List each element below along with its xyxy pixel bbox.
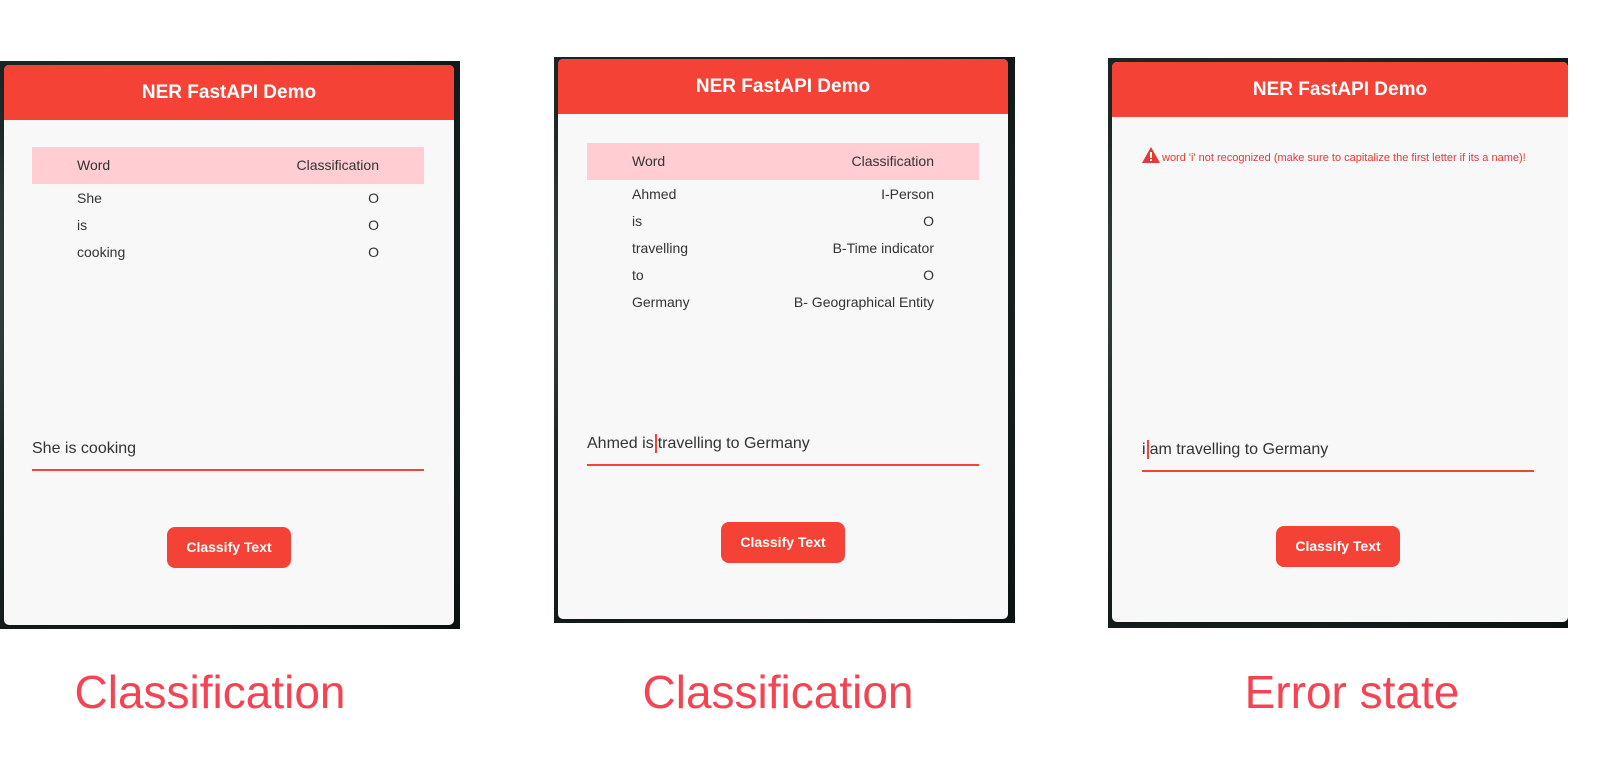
- column-header-word: Word: [77, 157, 111, 173]
- text-input-field[interactable]: i am travelling to Germany: [1142, 434, 1534, 472]
- input-value-before-caret: Ahmed is: [587, 435, 654, 452]
- table-row: travelling B-Time indicator: [587, 235, 979, 262]
- classification-cell: O: [923, 267, 934, 283]
- table-header: Word Classification: [587, 143, 979, 180]
- input-value-after-caret: travelling to Germany: [657, 435, 810, 452]
- classify-text-button[interactable]: Classify Text: [721, 522, 845, 563]
- app-window-2: NER FastAPI Demo Word Classification Ahm…: [558, 59, 1008, 619]
- table-header: Word Classification: [32, 147, 424, 184]
- word-cell: is: [77, 217, 88, 233]
- screenshot-frame-3: NER FastAPI Demo word 'i' not recognized…: [1108, 58, 1568, 628]
- classification-cell: O: [923, 213, 934, 229]
- word-cell: Ahmed: [632, 186, 677, 202]
- column-header-word: Word: [632, 153, 666, 169]
- screenshot-frame-2: NER FastAPI Demo Word Classification Ahm…: [554, 57, 1015, 623]
- warning-icon: [1142, 147, 1160, 169]
- error-text: word 'i' not recognized (make sure to ca…: [1162, 151, 1526, 164]
- word-cell: to: [632, 267, 644, 283]
- caption-label: Classification: [74, 666, 346, 718]
- caption-label: Classification: [642, 666, 914, 718]
- column-header-classification: Classification: [851, 153, 934, 169]
- table-row: to O: [587, 262, 979, 289]
- app-bar-title: NER FastAPI Demo: [4, 65, 454, 120]
- error-message: word 'i' not recognized (make sure to ca…: [1142, 147, 1526, 169]
- classification-cell: O: [368, 217, 379, 233]
- input-value: She is cooking: [32, 440, 137, 457]
- app-bar-title: NER FastAPI Demo: [1112, 62, 1568, 117]
- text-caret: [1146, 440, 1149, 460]
- classify-text-button[interactable]: Classify Text: [1276, 526, 1400, 567]
- word-cell: Germany: [632, 294, 690, 310]
- word-cell: cooking: [77, 244, 126, 260]
- classification-cell: I-Person: [881, 186, 934, 202]
- word-cell: is: [632, 213, 643, 229]
- table-row: is O: [587, 208, 979, 235]
- classification-cell: B- Geographical Entity: [793, 294, 934, 310]
- table-row: Germany B- Geographical Entity: [587, 289, 979, 316]
- classification-cell: B-Time indicator: [832, 240, 934, 256]
- screenshot-frame-1: NER FastAPI Demo Word Classification She…: [0, 61, 460, 629]
- table-row: cooking O: [32, 239, 424, 266]
- classify-text-button[interactable]: Classify Text: [167, 527, 291, 568]
- input-value-after-caret: am travelling to Germany: [1149, 441, 1329, 458]
- table-row: She O: [32, 185, 424, 212]
- column-header-classification: Classification: [296, 157, 379, 173]
- classification-cell: O: [368, 244, 379, 260]
- text-caret: [654, 434, 657, 454]
- input-value-before-caret: i: [1142, 441, 1146, 458]
- table-row: Ahmed I-Person: [587, 181, 979, 208]
- text-input-field[interactable]: Ahmed is travelling to Germany: [587, 428, 979, 466]
- app-window-1: NER FastAPI Demo Word Classification She…: [4, 65, 454, 625]
- word-cell: She: [77, 190, 102, 206]
- app-bar-title: NER FastAPI Demo: [558, 59, 1008, 114]
- caption-label: Error state: [1244, 666, 1460, 718]
- word-cell: travelling: [632, 240, 689, 256]
- classification-cell: O: [368, 190, 379, 206]
- table-row: is O: [32, 212, 424, 239]
- text-input-field[interactable]: She is cooking: [32, 433, 424, 471]
- app-window-3: NER FastAPI Demo word 'i' not recognized…: [1112, 62, 1568, 622]
